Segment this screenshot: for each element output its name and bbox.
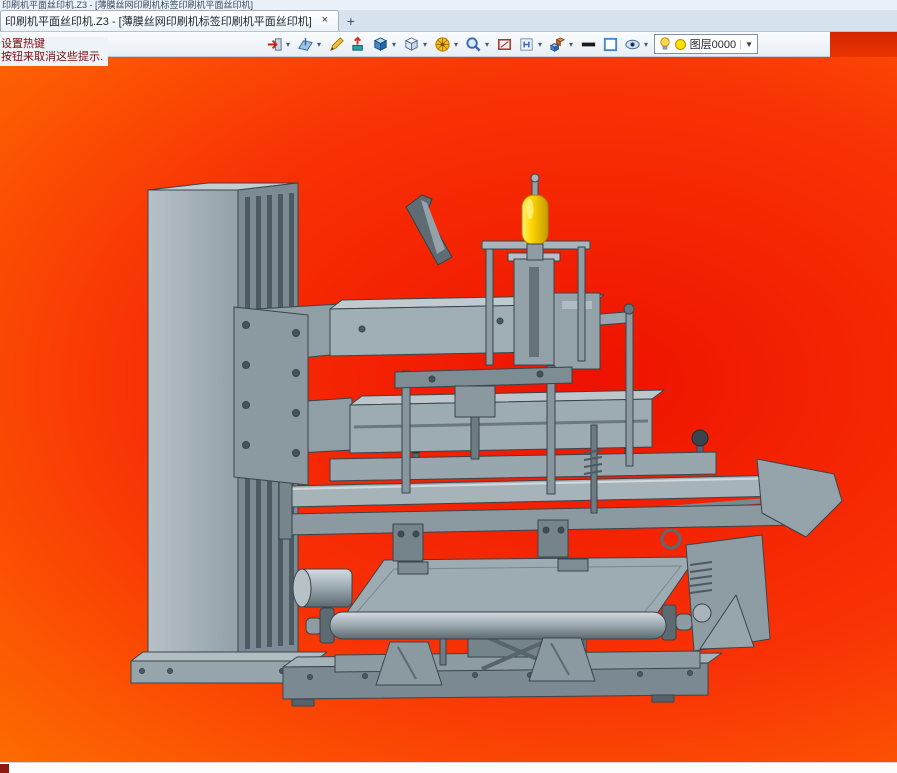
machine-3d-model[interactable]	[0, 57, 897, 762]
dropdown-arrow-icon: ▾	[568, 39, 573, 49]
side-cylinder	[292, 568, 353, 608]
tab-close-icon[interactable]: ×	[318, 14, 332, 28]
wireframe-cube-icon[interactable]: ▾	[402, 35, 430, 54]
window-title-clipped: 印刷机平面丝印机.Z3 - [薄膜丝网印刷机标签印刷机平面丝印机]	[0, 0, 897, 10]
dropdown-arrow-icon: ▾	[316, 39, 321, 49]
finish-exit-icon[interactable]: ▾	[265, 35, 293, 54]
tab-bar: 印刷机平面丝印机.Z3 - [薄膜丝网印刷机标签印刷机平面丝印机] × +	[0, 10, 897, 32]
zoom-magnifier-icon[interactable]: ▾	[464, 35, 492, 54]
layer-selector[interactable]: 图层0000 ▼	[653, 34, 758, 54]
solid-cube-icon[interactable]: ▾	[371, 35, 399, 54]
datum-plane-icon[interactable]: ▾	[296, 35, 324, 54]
document-tab-title: 印刷机平面丝印机.Z3 - [薄膜丝网印刷机标签印刷机平面丝印机]	[5, 16, 312, 28]
layer-color-dot-icon	[674, 38, 686, 50]
section-frame-icon[interactable]	[495, 35, 514, 54]
hint-line-2: 按钮来取消这些提示.	[1, 51, 104, 63]
dropdown-arrow-icon: ▾	[484, 39, 489, 49]
layer-dropdown-arrow-icon[interactable]: ▼	[740, 39, 753, 49]
right-bracket-assembly	[685, 534, 771, 652]
layer-name-label: 图层0000	[689, 39, 737, 51]
toolbar-right-red-gap	[830, 32, 897, 57]
hotkey-hint-tooltip: 设置热键 按钮来取消这些提示.	[0, 37, 109, 66]
sketch-pencil-icon[interactable]	[327, 35, 346, 54]
dropdown-arrow-icon: ▾	[537, 39, 542, 49]
pattern-wheel-icon[interactable]: ▾	[433, 35, 461, 54]
reference-grid-icon[interactable]: ▾	[517, 35, 545, 54]
dropdown-arrow-icon: ▾	[285, 39, 290, 49]
new-tab-button[interactable]: +	[339, 13, 363, 31]
dropdown-arrow-icon: ▾	[453, 39, 458, 49]
visibility-eye-icon[interactable]: ▾	[623, 35, 651, 54]
extrude-icon[interactable]	[349, 35, 368, 54]
dropdown-arrow-icon: ▾	[422, 39, 427, 49]
3d-viewport[interactable]	[0, 57, 897, 762]
status-corner-mark	[0, 764, 9, 773]
lever-handle	[405, 194, 453, 266]
layer-visibility-bulb-icon[interactable]	[659, 37, 671, 51]
hint-line-1: 设置热键	[1, 38, 45, 50]
assembly-cubes-icon[interactable]: ▾	[548, 35, 576, 54]
dropdown-arrow-icon: ▾	[643, 39, 648, 49]
line-width-icon[interactable]	[579, 35, 598, 54]
status-bar	[0, 762, 897, 773]
main-toolbar: ▾ ▾ ▾ ▾ ▾ ▾ ▾ ▾ ▾ 图层0000 ▼	[0, 32, 830, 57]
color-swatch-icon[interactable]	[601, 35, 620, 54]
dropdown-arrow-icon: ▾	[391, 39, 396, 49]
document-tab[interactable]: 印刷机平面丝印机.Z3 - [薄膜丝网印刷机标签印刷机平面丝印机] ×	[0, 10, 339, 31]
